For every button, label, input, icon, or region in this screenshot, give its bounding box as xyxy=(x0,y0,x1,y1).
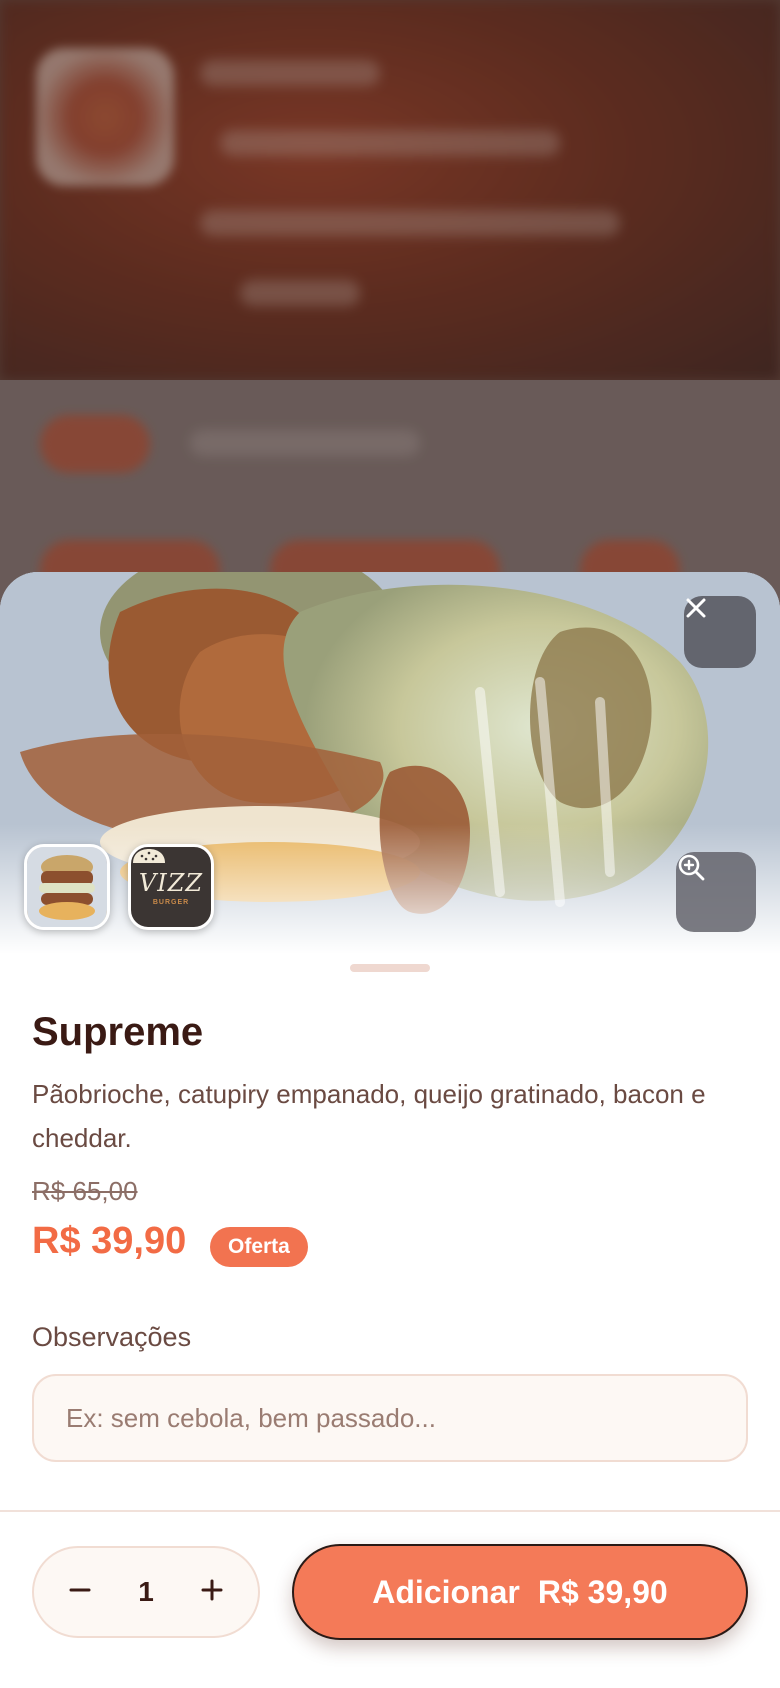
offer-price: R$ 39,90 xyxy=(32,1220,187,1262)
product-photo: VIZZ BURGER xyxy=(0,572,780,954)
thumbnail-burger-photo[interactable] xyxy=(24,844,110,930)
quantity-value: 1 xyxy=(138,1576,154,1607)
thumbnail-brand-logo[interactable]: VIZZ BURGER xyxy=(128,844,214,930)
decrease-quantity-button[interactable] xyxy=(62,1574,98,1610)
offer-badge: Oferta xyxy=(210,1227,308,1267)
plus-icon xyxy=(200,1578,224,1607)
add-to-cart-label: Adicionar xyxy=(372,1573,520,1610)
add-to-cart-price: R$ 39,90 xyxy=(537,1573,668,1610)
add-to-cart-button[interactable]: Adicionar R$ 39,90 xyxy=(292,1544,748,1640)
increase-quantity-button[interactable] xyxy=(194,1574,230,1610)
footer-divider xyxy=(0,1510,780,1512)
notes-input[interactable] xyxy=(32,1374,748,1462)
quantity-stepper: 1 xyxy=(32,1546,260,1638)
burger-logo-icon xyxy=(133,849,165,863)
modal-scrim[interactable] xyxy=(0,0,780,620)
brand-logo-subtext: BURGER xyxy=(152,898,190,906)
product-title: Supreme xyxy=(32,1010,204,1054)
minus-icon xyxy=(68,1578,92,1607)
zoom-button[interactable] xyxy=(676,852,756,932)
notes-label: Observações xyxy=(32,1322,192,1352)
original-price: R$ 65,00 xyxy=(32,1176,138,1206)
product-description: Pãobrioche, catupiry empanado, queijo gr… xyxy=(32,1079,706,1153)
product-sheet: VIZZ BURGER Supreme Pãobrioche, catupiry… xyxy=(0,572,780,1688)
background-screen xyxy=(0,0,780,620)
photo-fade xyxy=(0,824,780,954)
brand-logo-text: VIZZ xyxy=(138,868,204,897)
close-button[interactable] xyxy=(684,596,756,668)
sheet-grabber[interactable] xyxy=(350,964,430,972)
burger-thumbnail-image xyxy=(27,847,107,927)
